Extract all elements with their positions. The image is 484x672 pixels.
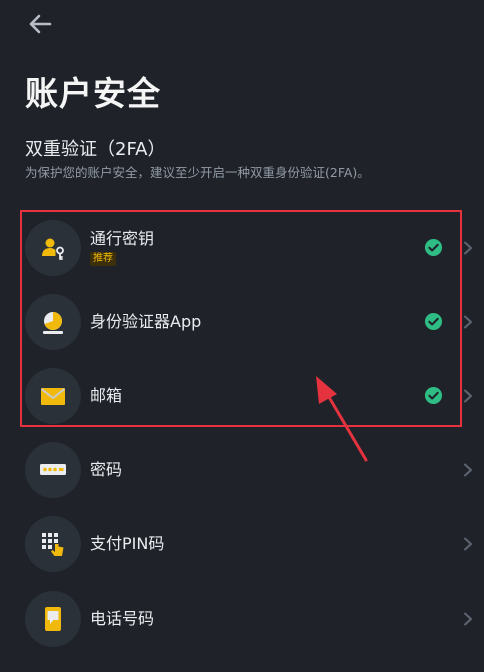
payment-pin-label: 支付PIN码 (90, 534, 165, 553)
enabled-check-icon (424, 238, 443, 257)
pin-keypad-icon-badge (25, 516, 81, 572)
chevron-right-icon (464, 463, 472, 477)
phone-icon (45, 607, 61, 631)
page-title: 账户安全 (25, 74, 161, 113)
phone-number-row[interactable]: 电话号码 (0, 582, 484, 656)
enabled-check-icon (424, 386, 443, 405)
authenticator-app-label: 身份验证器App (90, 312, 202, 331)
passkey-icon (42, 238, 64, 260)
authenticator-icon (43, 312, 63, 334)
authenticator-app-row[interactable]: 身份验证器App (0, 285, 484, 359)
email-label: 邮箱 (90, 386, 123, 405)
password-row[interactable]: 密码 (0, 433, 484, 507)
passkey-icon-badge (25, 220, 81, 276)
arrow-left-icon (29, 14, 52, 34)
annotation-arrow (316, 376, 368, 462)
enabled-check-icon (424, 312, 443, 331)
email-row[interactable]: 邮箱 (0, 359, 484, 433)
chevron-right-icon (464, 389, 472, 403)
chevron-right-icon (464, 612, 472, 626)
payment-pin-row[interactable]: 支付PIN码 (0, 507, 484, 581)
chevron-right-icon (464, 241, 472, 255)
phone-number-label: 电话号码 (90, 609, 155, 628)
pin-keypad-icon (42, 533, 64, 556)
email-icon (40, 388, 66, 405)
email-icon-badge (25, 368, 81, 424)
twofa-section-description: 为保护您的账户安全，建议至少开启一种双重身份验证(2FA)。 (25, 165, 370, 180)
passkey-row[interactable]: 通行密钥 推荐 (0, 211, 484, 285)
password-icon-badge (25, 442, 81, 498)
phone-icon-badge (25, 591, 81, 647)
twofa-section-title: 双重验证（2FA） (25, 139, 166, 160)
chevron-right-icon (464, 315, 472, 329)
password-icon (40, 464, 66, 475)
passkey-label: 通行密钥 (90, 229, 155, 248)
back-button[interactable] (26, 10, 54, 38)
chevron-right-icon (464, 537, 472, 551)
recommended-badge: 推荐 (90, 252, 116, 266)
authenticator-icon-badge (25, 294, 81, 350)
password-label: 密码 (90, 460, 123, 479)
